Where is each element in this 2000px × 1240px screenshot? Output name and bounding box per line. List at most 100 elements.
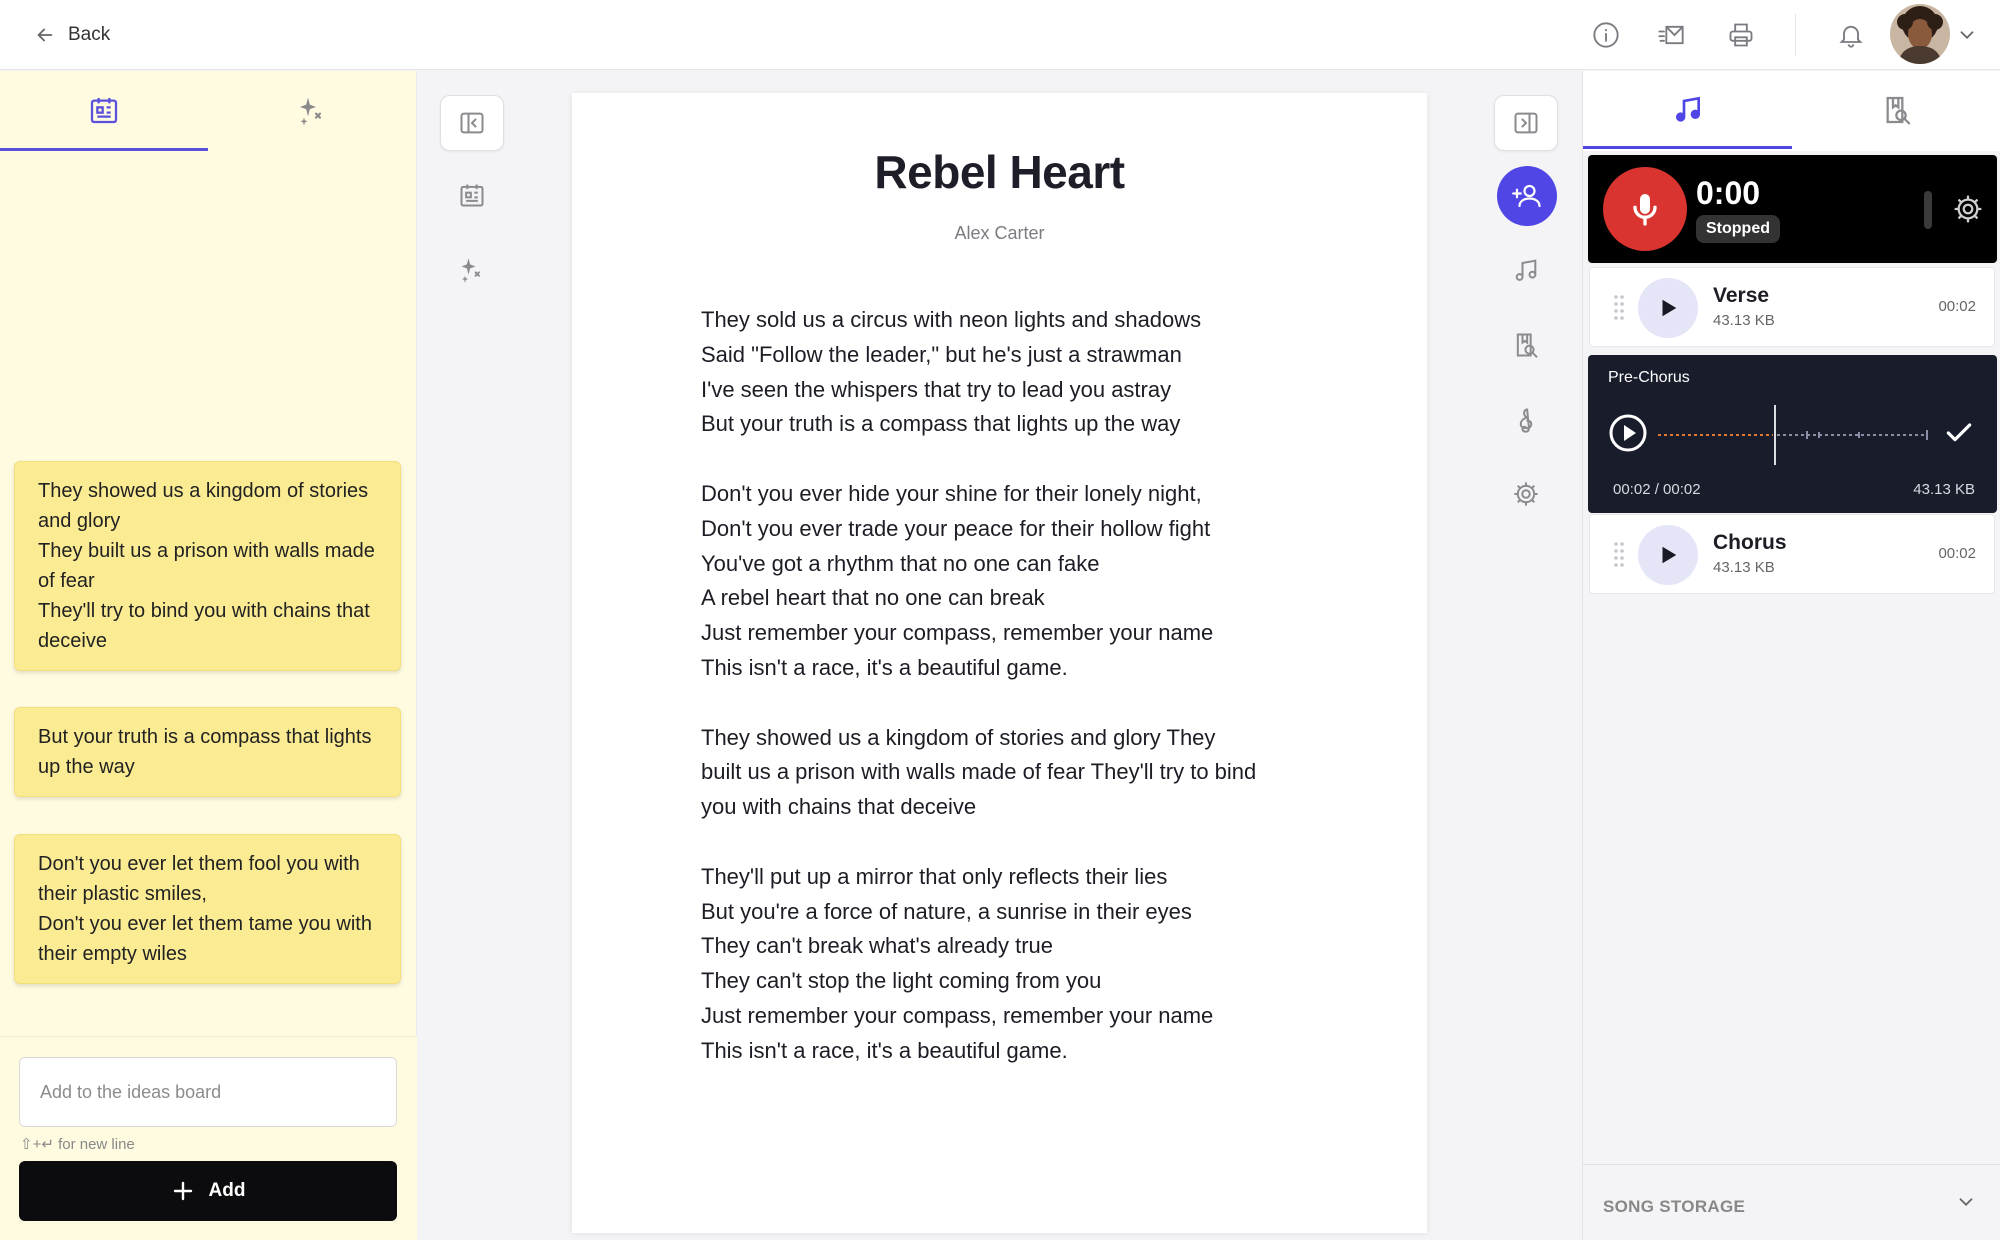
stanza: They showed us a kingdom of stories and … bbox=[701, 721, 1341, 825]
lyric-line: Just remember your compass, remember you… bbox=[701, 1002, 1214, 1028]
lyric-line: They'll put up a mirror that only reflec… bbox=[701, 863, 1168, 889]
lyric-line: you with chains that deceive bbox=[701, 794, 977, 820]
lyrics-document[interactable]: Rebel Heart Alex Carter They sold us a c… bbox=[572, 93, 1427, 1233]
gear-icon bbox=[1514, 482, 1538, 506]
newline-hint: ⇧+↵ for new line bbox=[20, 1136, 135, 1153]
lyric-line: Said "Follow the leader," but he's just … bbox=[701, 341, 1182, 367]
drag-handle-icon[interactable] bbox=[1612, 294, 1626, 322]
play-icon bbox=[1662, 546, 1677, 564]
avatar[interactable] bbox=[1890, 4, 1950, 64]
lyric-line: They can't stop the light coming from yo… bbox=[701, 968, 1102, 994]
book-search-icon bbox=[1886, 96, 1910, 125]
lyric-line: A rebel heart that no one can break bbox=[701, 585, 1045, 611]
lyric-line: They showed us a kingdom of stories and … bbox=[701, 724, 1216, 750]
idea-note[interactable]: They showed us a kingdom of stories and … bbox=[14, 461, 401, 671]
add-label: Add bbox=[208, 1180, 246, 1201]
recording-status-badge: Stopped bbox=[1696, 215, 1780, 243]
idea-note[interactable]: But your truth is a compass that lights … bbox=[14, 707, 401, 797]
rail-board-button[interactable] bbox=[440, 167, 504, 223]
topbar-divider bbox=[1795, 14, 1796, 56]
lyric-line: Don't you ever hide your shine for their… bbox=[701, 480, 1202, 506]
rail-music-button[interactable] bbox=[1494, 242, 1558, 298]
lyric-line: But you're a force of nature, a sunrise … bbox=[701, 898, 1192, 924]
lyrics-body[interactable]: They sold us a circus with neon lights a… bbox=[701, 303, 1341, 1103]
board-icon bbox=[90, 97, 118, 123]
bell-icon[interactable] bbox=[1834, 18, 1868, 52]
recording-item-expanded[interactable]: Pre-Chorus 00:02 / 00:02 43.13 KB bbox=[1588, 355, 1997, 513]
chevron-down-icon[interactable] bbox=[1956, 24, 1978, 46]
voice-recorder: 0:00 Stopped bbox=[1588, 155, 1997, 263]
recording-duration: 00:02 bbox=[1938, 545, 1976, 562]
play-button[interactable] bbox=[1638, 278, 1698, 338]
tab-ideas-board[interactable] bbox=[0, 71, 208, 151]
rail-treble-button[interactable] bbox=[1494, 392, 1558, 448]
info-icon[interactable] bbox=[1589, 18, 1623, 52]
collapse-right-button[interactable] bbox=[1494, 95, 1558, 151]
play-icon[interactable] bbox=[1608, 413, 1648, 453]
recording-size: 43.13 KB bbox=[1913, 481, 1975, 498]
lyric-line: I've seen the whispers that try to lead … bbox=[701, 376, 1172, 402]
song-title[interactable]: Rebel Heart bbox=[572, 145, 1427, 199]
recording-size: 43.13 KB bbox=[1713, 312, 1775, 329]
board-icon bbox=[460, 184, 484, 207]
recording-name: Verse bbox=[1713, 284, 1770, 307]
drag-handle-icon[interactable] bbox=[1612, 541, 1626, 569]
idea-note[interactable]: Don't you ever let them fool you with th… bbox=[14, 834, 401, 984]
sparkles-icon bbox=[461, 258, 480, 283]
tab-recordings[interactable] bbox=[1583, 71, 1792, 149]
lyric-line: Just remember your compass, remember you… bbox=[701, 620, 1214, 646]
music-note-icon bbox=[1675, 96, 1700, 122]
microphone-icon bbox=[1633, 194, 1657, 226]
user-plus-icon bbox=[1512, 184, 1541, 208]
add-button[interactable]: Add bbox=[19, 1161, 397, 1221]
chevron-down-icon[interactable] bbox=[1955, 1191, 1977, 1213]
tab-lookup[interactable] bbox=[1792, 71, 2000, 149]
ideas-panel: They showed us a kingdom of stories and … bbox=[0, 71, 417, 1240]
sidebar-collapse-icon bbox=[1514, 112, 1538, 134]
book-search-icon bbox=[1516, 333, 1538, 358]
lyric-line: This isn't a race, it's a beautiful game… bbox=[701, 1037, 1068, 1063]
recording-item[interactable]: Verse 43.13 KB 00:02 bbox=[1589, 267, 1995, 347]
rail-lookup-button[interactable] bbox=[1494, 317, 1558, 373]
recording-name: Pre-Chorus bbox=[1608, 369, 1690, 386]
mail-icon[interactable] bbox=[1654, 18, 1688, 52]
recording-size: 43.13 KB bbox=[1713, 559, 1775, 576]
song-author: Alex Carter bbox=[954, 223, 1045, 243]
record-button[interactable] bbox=[1603, 167, 1687, 251]
waveform[interactable] bbox=[1658, 405, 1933, 465]
tab-ai-ideas[interactable] bbox=[208, 71, 416, 151]
lyric-line: They sold us a circus with neon lights a… bbox=[701, 307, 1202, 332]
lyric-line: But your truth is a compass that lights … bbox=[701, 411, 1181, 437]
sidebar-collapse-icon bbox=[460, 112, 484, 134]
back-button[interactable]: Back bbox=[34, 20, 110, 50]
stanza: They'll put up a mirror that only reflec… bbox=[701, 860, 1341, 1069]
idea-composer: ⇧+↵ for new line Add bbox=[0, 1036, 417, 1240]
check-icon[interactable] bbox=[1943, 417, 1975, 449]
add-collaborator-button[interactable] bbox=[1497, 166, 1557, 226]
rail-settings-button[interactable] bbox=[1494, 466, 1558, 522]
lyric-line: They can't break what's already true bbox=[701, 933, 1054, 959]
back-label: Back bbox=[68, 24, 111, 45]
recordings-tabs bbox=[1583, 71, 2000, 151]
arrow-left-icon bbox=[37, 28, 53, 42]
recordings-panel: 0:00 Stopped Verse 43.13 KB 00:02 Pre-Ch… bbox=[1582, 71, 2000, 1240]
plus-icon bbox=[173, 1181, 192, 1201]
lyric-line: Don't you ever trade your peace for thei… bbox=[701, 515, 1211, 541]
song-storage-label: SONG STORAGE bbox=[1603, 1197, 1746, 1216]
playback-time: 00:02 / 00:02 bbox=[1613, 481, 1701, 498]
idea-input[interactable] bbox=[19, 1057, 397, 1127]
collapse-left-button[interactable] bbox=[440, 95, 504, 151]
gear-icon[interactable] bbox=[1952, 193, 1984, 225]
recording-duration: 00:02 bbox=[1938, 298, 1976, 315]
sparkles-icon bbox=[300, 97, 322, 126]
play-button[interactable] bbox=[1638, 525, 1698, 585]
rail-sparkles-button[interactable] bbox=[440, 242, 504, 298]
lyric-line: You've got a rhythm that no one can fake bbox=[701, 550, 1100, 576]
input-level-meter bbox=[1924, 191, 1932, 229]
music-note-icon bbox=[1515, 259, 1537, 281]
lyric-line: built us a prison with walls made of fea… bbox=[701, 759, 1257, 785]
top-bar: Back bbox=[0, 0, 2000, 70]
recording-item[interactable]: Chorus 43.13 KB 00:02 bbox=[1589, 514, 1995, 594]
song-storage-section[interactable]: SONG STORAGE bbox=[1583, 1164, 2000, 1240]
print-icon[interactable] bbox=[1724, 18, 1758, 52]
